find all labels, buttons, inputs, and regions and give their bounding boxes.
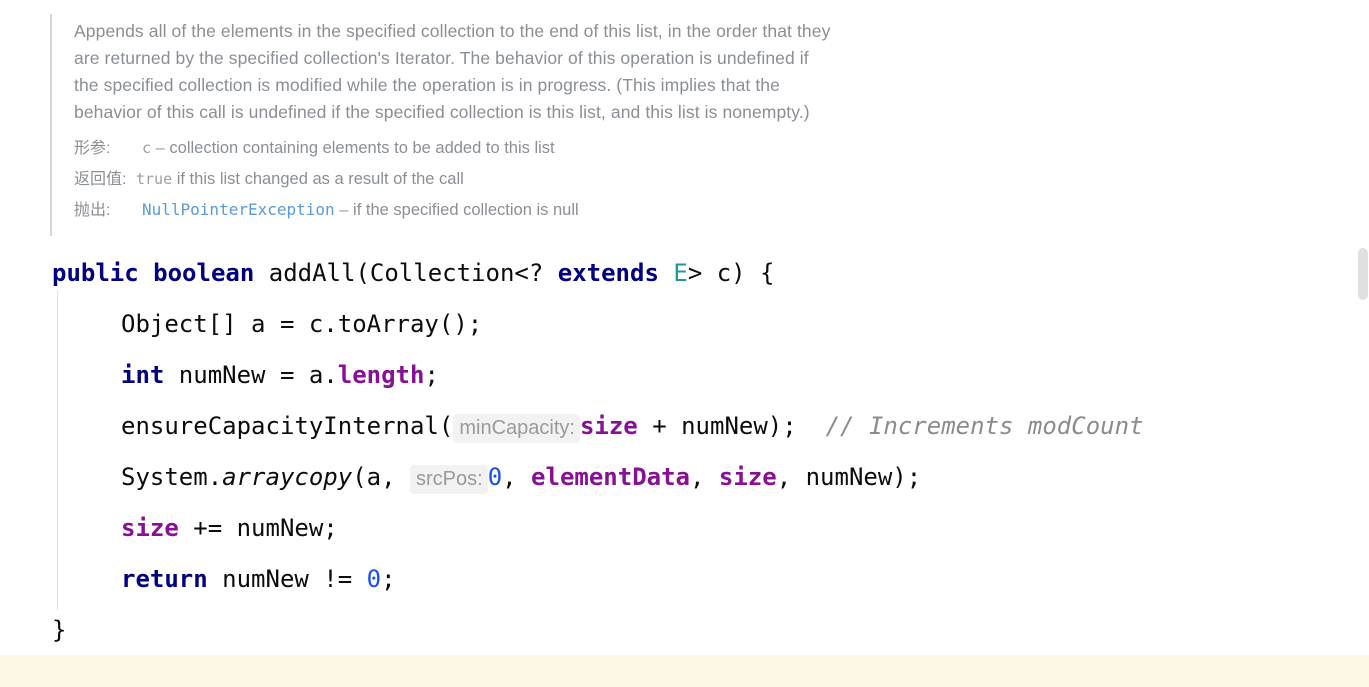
javadoc-returns-code: true: [136, 170, 173, 188]
keyword-return: return: [121, 565, 208, 593]
field-size: size: [579, 412, 638, 440]
trailing-comment-increments-modcount: // Increments modCount: [825, 412, 1144, 440]
size-increment-tail: += numNew;: [178, 514, 338, 542]
javadoc-content: Appends all of the elements in the speci…: [74, 18, 1004, 224]
keyword-boolean: boolean: [153, 259, 255, 287]
arraycopy-comma-2: ,: [690, 463, 719, 491]
highlighted-line-band: [0, 655, 1369, 687]
call-ensure-capacity-internal: ensureCapacityInternal(: [121, 412, 454, 440]
javadoc-description-line: behavior of this call is undefined if th…: [74, 102, 810, 122]
number-zero: 0: [487, 463, 503, 491]
javadoc-description-line: the specified collection is modified whi…: [74, 75, 780, 95]
static-method-arraycopy: arraycopy: [222, 463, 353, 491]
method-name-and-params: addAll(Collection<?: [254, 259, 558, 287]
return-tail: ;: [381, 565, 396, 593]
arraycopy-tail: , numNew);: [776, 463, 922, 491]
code-editor[interactable]: public boolean addAll(Collection<? exten…: [0, 248, 1369, 655]
code-line-size-increment[interactable]: size += numNew;: [0, 503, 1369, 554]
code-line-closing-brace[interactable]: }: [0, 605, 1369, 655]
javadoc-param-name: c: [142, 139, 152, 157]
code-line-arraycopy[interactable]: System.arraycopy(a, srcPos: 0, elementDat…: [0, 452, 1369, 503]
vertical-scrollbar-thumb[interactable]: [1358, 248, 1368, 300]
javadoc-description-line: are returned by the specified collection…: [74, 48, 809, 68]
code-line-return[interactable]: return numNew != 0;: [0, 554, 1369, 605]
javadoc-params-row: 形参: c – collection containing elements t…: [74, 135, 1004, 162]
javadoc-throws-dash: –: [339, 201, 349, 219]
parameter-hint-min-capacity: minCapacity:: [453, 414, 580, 443]
javadoc-returns-value: true if this list changed as a result of…: [136, 166, 1004, 192]
javadoc-returns-label: 返回值:: [74, 171, 127, 188]
javadoc-returns-description: if this list changed as a result of the …: [176, 170, 464, 188]
javadoc-param-dash: –: [155, 139, 165, 157]
numnew-tail: ;: [424, 361, 439, 389]
numnew-assignment: numNew = a.: [164, 361, 338, 389]
javadoc-block: Appends all of the elements in the speci…: [0, 0, 1369, 236]
statement-to-array: Object[] a = c.toArray();: [121, 310, 483, 338]
field-size: size: [718, 463, 777, 491]
javadoc-returns-row: 返回值: true if this list changed as a resu…: [74, 166, 1004, 193]
javadoc-description-line: Appends all of the elements in the speci…: [74, 21, 831, 41]
field-size: size: [121, 514, 179, 542]
arraycopy-comma-1: ,: [502, 463, 532, 491]
keyword-int: int: [121, 361, 165, 389]
code-line-ensure-capacity[interactable]: ensureCapacityInternal(minCapacity: size …: [0, 401, 1369, 452]
field-element-data: elementData: [531, 463, 690, 491]
javadoc-throws-description: if the specified collection is null: [353, 201, 579, 219]
javadoc-params-value: c – collection containing elements to be…: [142, 135, 1004, 161]
code-line-to-array[interactable]: Object[] a = c.toArray();: [0, 299, 1369, 350]
javadoc-throws-label: 抛出:: [74, 202, 111, 219]
number-zero: 0: [366, 565, 382, 593]
code-line-numnew[interactable]: int numNew = a.length;: [0, 350, 1369, 401]
return-expression: numNew !=: [207, 565, 367, 593]
ensure-capacity-args-tail: + numNew);: [637, 412, 797, 440]
keyword-public: public: [52, 259, 139, 287]
closing-brace: }: [52, 616, 67, 644]
arraycopy-open-args: (a,: [352, 463, 410, 491]
system-prefix: System.: [121, 463, 223, 491]
parameter-hint-src-pos: srcPos:: [410, 465, 488, 494]
vertical-scrollbar-track[interactable]: [1358, 0, 1369, 687]
type-parameter-e: E: [673, 259, 688, 287]
javadoc-throws-value: NullPointerException – if the specified …: [142, 197, 1004, 223]
signature-tail: > c) {: [687, 259, 775, 287]
javadoc-left-rule: [50, 14, 52, 236]
javadoc-throws-row: 抛出: NullPointerException – if the specif…: [74, 197, 1004, 224]
javadoc-params-label: 形参:: [74, 140, 111, 157]
javadoc-throws-type-link[interactable]: NullPointerException: [142, 200, 335, 219]
javadoc-param-description: collection containing elements to be add…: [169, 139, 555, 157]
field-length: length: [337, 361, 425, 389]
keyword-extends: extends: [557, 259, 659, 287]
code-line-method-signature[interactable]: public boolean addAll(Collection<? exten…: [0, 248, 1369, 299]
